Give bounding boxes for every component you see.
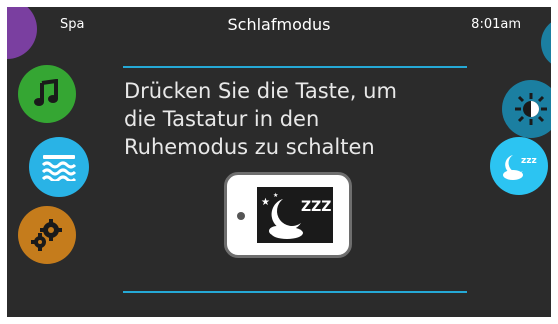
zzz-text: ZZZ <box>301 199 331 215</box>
instruction-text: Drücken Sie die Taste, um die Tastatur i… <box>124 77 464 161</box>
spa-nav-button[interactable] <box>7 7 37 59</box>
sleep-mode-icon: zzz <box>503 155 537 180</box>
device-button-dot <box>237 212 245 220</box>
water-waves-icon <box>41 155 77 181</box>
music-nav-button[interactable] <box>18 65 76 123</box>
sleep-mode-button[interactable]: ★ ★ ZZZ <box>224 172 352 258</box>
svg-text:★: ★ <box>273 192 278 199</box>
sleep-mode-icon: ★ ★ ZZZ <box>261 192 331 239</box>
clock-time: 8:01am <box>471 17 521 32</box>
instruction-line: Drücken Sie die Taste, um <box>124 79 397 103</box>
screen: Spa Schlafmodus 8:01am zzz Drücken Sie d… <box>7 7 551 317</box>
divider-bottom <box>123 291 467 293</box>
instruction-line: die Tastatur in den <box>124 107 320 131</box>
water-nav-button[interactable] <box>29 137 89 197</box>
brightness-button[interactable] <box>502 80 551 138</box>
svg-text:★: ★ <box>261 197 270 208</box>
instruction-line: Ruhemodus zu schalten <box>124 135 375 159</box>
sleep-mode-nav-button[interactable]: zzz <box>490 137 548 195</box>
music-note-icon <box>34 79 58 106</box>
page-title: Schlafmodus <box>227 15 331 34</box>
svg-text:zzz: zzz <box>521 156 537 166</box>
settings-nav-button[interactable] <box>18 206 76 264</box>
divider-top <box>123 66 467 68</box>
gears-icon <box>31 219 62 251</box>
brightness-icon <box>515 93 547 125</box>
sleep-screen-panel: ★ ★ ZZZ <box>257 187 333 243</box>
